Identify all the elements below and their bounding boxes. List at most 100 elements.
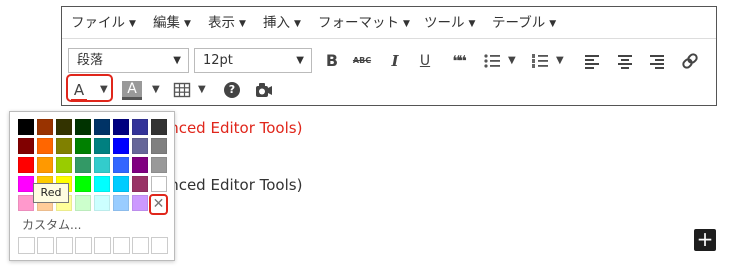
bg-color-button[interactable]: A bbox=[122, 81, 142, 97]
italic-button[interactable]: I bbox=[388, 49, 402, 73]
color-swatch[interactable] bbox=[132, 176, 148, 192]
color-swatch[interactable] bbox=[18, 176, 34, 192]
color-swatch[interactable] bbox=[132, 157, 148, 173]
color-swatch[interactable] bbox=[94, 157, 110, 173]
chevron-down-icon: ▼ bbox=[173, 55, 181, 66]
media-icon bbox=[256, 83, 272, 97]
menu-insert[interactable]: 挿入 ▼ bbox=[263, 13, 301, 33]
menu-file-label: ファイル bbox=[71, 15, 125, 31]
align-center-icon bbox=[618, 55, 632, 69]
bullet-list-button[interactable] bbox=[483, 49, 501, 73]
color-swatch[interactable] bbox=[18, 119, 34, 135]
menu-table-label: テーブル bbox=[492, 15, 546, 31]
color-swatch[interactable] bbox=[94, 176, 110, 192]
chevron-down-icon: ▼ bbox=[403, 19, 410, 29]
numbered-list-dropdown[interactable]: ▼ bbox=[556, 49, 564, 73]
color-swatch[interactable] bbox=[94, 195, 110, 211]
color-swatch[interactable] bbox=[18, 138, 34, 154]
color-swatch[interactable] bbox=[113, 195, 129, 211]
custom-color-cell[interactable] bbox=[94, 237, 111, 254]
help-button[interactable]: ? bbox=[224, 82, 240, 98]
menu-view-label: 表示 bbox=[208, 15, 235, 31]
color-swatch[interactable] bbox=[18, 157, 34, 173]
link-icon bbox=[682, 53, 698, 69]
color-swatch[interactable] bbox=[37, 138, 53, 154]
color-swatch[interactable] bbox=[113, 176, 129, 192]
color-swatch[interactable] bbox=[56, 119, 72, 135]
add-block-button[interactable]: + bbox=[694, 229, 716, 251]
align-right-button[interactable] bbox=[649, 49, 665, 73]
menu-table[interactable]: テーブル ▼ bbox=[492, 13, 556, 33]
color-swatch[interactable] bbox=[37, 157, 53, 173]
color-swatch[interactable] bbox=[56, 157, 72, 173]
align-right-icon bbox=[650, 55, 664, 69]
media-button[interactable] bbox=[254, 78, 274, 102]
blockquote-button[interactable]: ❝❝ bbox=[449, 49, 467, 73]
custom-color-cell[interactable] bbox=[75, 237, 92, 254]
menu-file[interactable]: ファイル ▼ bbox=[71, 13, 136, 33]
chevron-down-icon: ▼ bbox=[296, 55, 304, 66]
color-swatch[interactable] bbox=[132, 119, 148, 135]
custom-color-label[interactable]: カスタム... bbox=[22, 216, 81, 233]
menu-insert-label: 挿入 bbox=[263, 15, 290, 31]
color-swatch[interactable] bbox=[94, 138, 110, 154]
chevron-down-icon: ▼ bbox=[184, 19, 191, 29]
block-format-select[interactable]: 段落 ▼ bbox=[68, 48, 189, 73]
block-format-value: 段落 bbox=[77, 53, 104, 68]
chevron-down-icon: ▼ bbox=[549, 19, 557, 29]
color-swatch[interactable] bbox=[132, 138, 148, 154]
color-swatch[interactable] bbox=[75, 195, 91, 211]
bullet-list-icon bbox=[484, 54, 500, 68]
color-swatch[interactable] bbox=[151, 157, 167, 173]
color-swatch[interactable] bbox=[151, 119, 167, 135]
menu-edit[interactable]: 編集 ▼ bbox=[153, 13, 191, 33]
menu-edit-label: 編集 bbox=[153, 15, 180, 31]
color-swatch[interactable] bbox=[151, 176, 167, 192]
color-swatch[interactable] bbox=[75, 157, 91, 173]
content-line-1: anced Editor Tools) bbox=[160, 119, 303, 137]
link-button[interactable] bbox=[681, 49, 699, 73]
custom-color-cell[interactable] bbox=[37, 237, 54, 254]
color-swatch[interactable] bbox=[56, 138, 72, 154]
color-swatch[interactable] bbox=[132, 195, 148, 211]
table-button[interactable] bbox=[173, 78, 191, 102]
menu-view[interactable]: 表示 ▼ bbox=[208, 13, 246, 33]
color-swatch[interactable] bbox=[75, 138, 91, 154]
color-swatch[interactable] bbox=[37, 119, 53, 135]
numbered-list-button[interactable] bbox=[531, 49, 549, 73]
custom-color-cell[interactable] bbox=[132, 237, 149, 254]
toolbar-row-1: 段落 ▼ 12pt ▼ B ABC I U ❝❝ ▼ ▼ bbox=[62, 39, 716, 75]
menu-format[interactable]: フォーマット ▼ bbox=[318, 13, 410, 33]
color-swatch[interactable] bbox=[113, 138, 129, 154]
custom-color-cell[interactable] bbox=[18, 237, 35, 254]
color-swatch[interactable] bbox=[113, 157, 129, 173]
custom-color-cell[interactable] bbox=[113, 237, 130, 254]
menu-tools[interactable]: ツール ▼ bbox=[424, 13, 475, 33]
bold-button[interactable]: B bbox=[324, 49, 340, 73]
custom-color-cell[interactable] bbox=[151, 237, 168, 254]
menubar: ファイル ▼ 編集 ▼ 表示 ▼ 挿入 ▼ フォーマット ▼ ツール ▼ テーブル ▼ bbox=[62, 7, 716, 39]
align-left-button[interactable] bbox=[584, 49, 600, 73]
editor-frame: ファイル ▼ 編集 ▼ 表示 ▼ 挿入 ▼ フォーマット ▼ ツール ▼ テーブル ▼ 段落 … bbox=[61, 6, 717, 106]
table-dropdown[interactable]: ▼ bbox=[198, 78, 206, 102]
bg-color-dropdown[interactable]: ▼ bbox=[152, 78, 160, 102]
strikethrough-button[interactable]: ABC bbox=[352, 49, 372, 73]
custom-color-cell[interactable] bbox=[56, 237, 73, 254]
chevron-down-icon: ▼ bbox=[294, 19, 301, 29]
color-swatch[interactable] bbox=[75, 176, 91, 192]
remove-color-button[interactable]: ✕ bbox=[149, 194, 168, 215]
underline-button[interactable]: U bbox=[418, 49, 432, 73]
color-swatch[interactable] bbox=[75, 119, 91, 135]
help-icon: ? bbox=[228, 83, 236, 96]
color-swatch[interactable] bbox=[94, 119, 110, 135]
font-size-value: 12pt bbox=[203, 53, 233, 68]
color-swatch[interactable] bbox=[113, 119, 129, 135]
menu-tools-label: ツール bbox=[424, 15, 465, 31]
bullet-list-dropdown[interactable]: ▼ bbox=[508, 49, 516, 73]
color-swatch[interactable] bbox=[18, 195, 34, 211]
bg-color-label: A bbox=[127, 81, 137, 97]
align-center-button[interactable] bbox=[617, 49, 633, 73]
font-size-select[interactable]: 12pt ▼ bbox=[194, 48, 312, 73]
color-swatch[interactable] bbox=[151, 138, 167, 154]
table-icon bbox=[173, 82, 191, 98]
